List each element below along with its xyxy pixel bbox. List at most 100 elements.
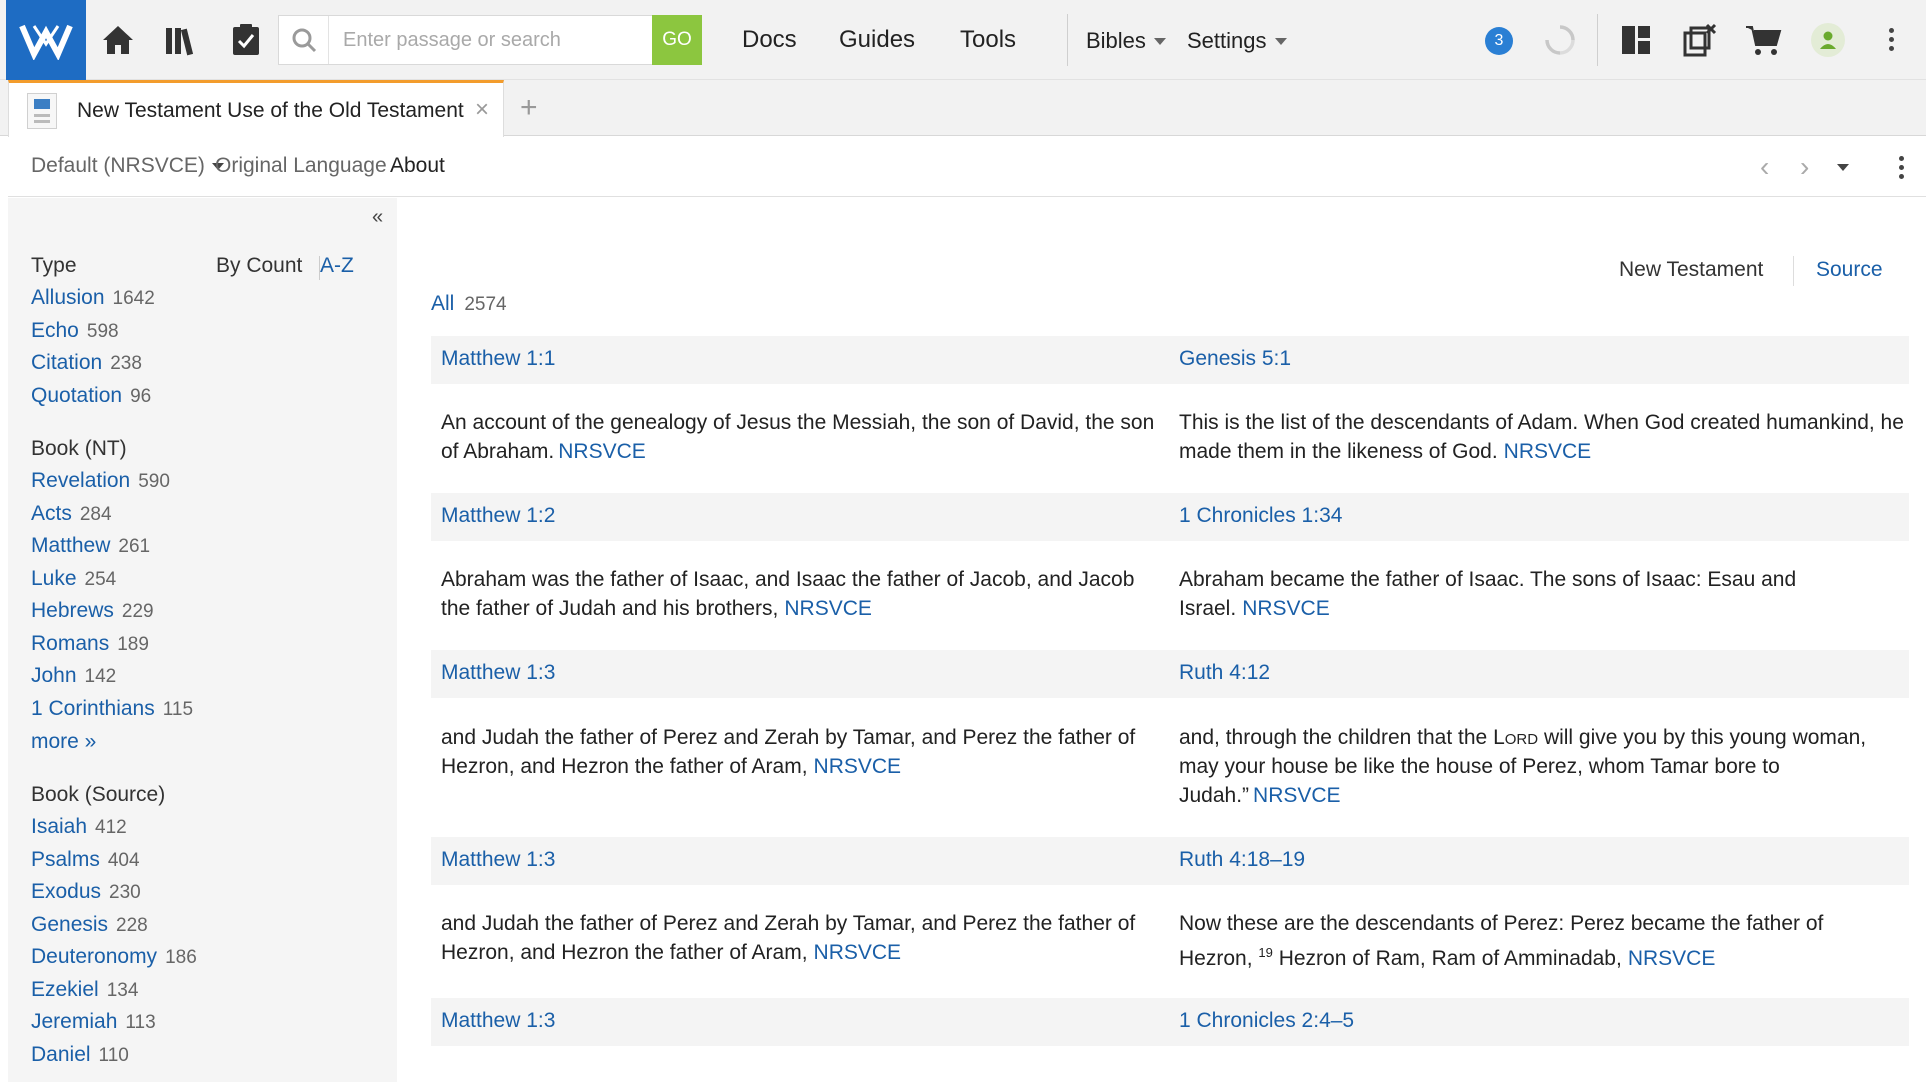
ot-verse-text: Abraham became the father of Isaac. The …	[1179, 565, 1889, 623]
sort-by-count[interactable]: By Count	[216, 254, 302, 278]
facet-source-isaiah[interactable]: Isaiah 412	[31, 815, 127, 839]
tasks-checklist-icon[interactable]	[226, 20, 266, 60]
facet-type-allusion[interactable]: Allusion 1642	[31, 286, 155, 310]
guides-menu[interactable]: Guides	[839, 26, 915, 54]
facet-source-ezekiel[interactable]: Ezekiel 134	[31, 978, 138, 1002]
toolbar-divider	[1067, 14, 1068, 66]
facet-source-daniel[interactable]: Daniel 110	[31, 1043, 129, 1067]
facet-type-quotation[interactable]: Quotation 96	[31, 384, 151, 408]
history-dropdown-icon[interactable]	[1837, 164, 1849, 171]
tab-title: New Testament Use of the Old Testament	[77, 99, 464, 122]
close-tab-icon[interactable]: ×	[475, 96, 489, 124]
search-input[interactable]	[329, 16, 701, 64]
version-link[interactable]: NRSVCE	[1242, 597, 1330, 620]
version-link[interactable]: NRSVCE	[814, 755, 902, 778]
facet-book-luke[interactable]: Luke 254	[31, 567, 116, 591]
version-link[interactable]: NRSVCE	[1253, 784, 1341, 807]
notification-badge[interactable]: 3	[1485, 27, 1513, 55]
facet-book-1-corinthians[interactable]: 1 Corinthians 115	[31, 697, 193, 721]
facet-count: 404	[107, 850, 140, 871]
facet-source-genesis[interactable]: Genesis 228	[31, 913, 148, 937]
nt-reference-link[interactable]: Matthew 1:1	[441, 347, 555, 371]
user-avatar-icon[interactable]	[1808, 20, 1848, 60]
nt-reference-link[interactable]: Matthew 1:2	[441, 504, 555, 528]
version-dropdown[interactable]: Default (NRSVCE)	[31, 154, 224, 178]
ot-verse-text: This is the list of the descendants of A…	[1179, 408, 1909, 466]
collapse-sidebar-icon[interactable]: «	[372, 206, 383, 229]
reference-row: Matthew 1:3 Ruth 4:12	[431, 650, 1909, 698]
facet-count: 229	[121, 601, 154, 622]
nt-reference-link[interactable]: Matthew 1:3	[441, 848, 555, 872]
more-books-link[interactable]: more »	[31, 730, 96, 754]
about-link[interactable]: About	[390, 154, 445, 178]
tab-nt-use-of-ot[interactable]: New Testament Use of the Old Testament ×	[8, 80, 504, 137]
panel-menu-icon[interactable]	[1899, 156, 1905, 183]
more-label: more »	[31, 730, 97, 753]
forward-arrow-icon[interactable]: ›	[1800, 151, 1809, 183]
facet-label: Psalms	[31, 848, 100, 871]
sync-icon[interactable]	[1540, 20, 1580, 60]
facet-count: 110	[98, 1045, 129, 1066]
facet-book-hebrews[interactable]: Hebrews 229	[31, 599, 154, 623]
facet-count: 134	[106, 980, 139, 1001]
close-panels-icon[interactable]	[1680, 20, 1720, 60]
version-link[interactable]: NRSVCE	[1628, 947, 1716, 970]
layouts-icon[interactable]	[1616, 20, 1656, 60]
facet-source-psalms[interactable]: Psalms 404	[31, 848, 140, 872]
bibles-dropdown[interactable]: Bibles	[1086, 28, 1166, 54]
logos-logo-icon[interactable]	[6, 0, 86, 80]
search-icon	[279, 16, 329, 64]
settings-dropdown[interactable]: Settings	[1187, 28, 1287, 54]
facet-book-revelation[interactable]: Revelation 590	[31, 469, 170, 493]
facet-book-romans[interactable]: Romans 189	[31, 632, 149, 656]
version-link[interactable]: NRSVCE	[1504, 440, 1592, 463]
chevron-down-icon	[1274, 37, 1287, 45]
ot-reference-link[interactable]: 1 Chronicles 2:4–5	[1179, 1009, 1354, 1033]
ot-reference-link[interactable]: Ruth 4:12	[1179, 661, 1270, 685]
book-nt-heading: Book (NT)	[31, 437, 127, 460]
version-link[interactable]: NRSVCE	[784, 597, 872, 620]
tools-menu[interactable]: Tools	[960, 26, 1016, 54]
top-toolbar: GO Docs Guides Tools Bibles Settings 3	[0, 0, 1926, 80]
ot-reference-link[interactable]: 1 Chronicles 1:34	[1179, 504, 1342, 528]
sort-a-z[interactable]: A-Z	[320, 254, 354, 278]
all-results-filter[interactable]: All 2574	[431, 292, 507, 316]
facet-book-matthew[interactable]: Matthew 261	[31, 534, 150, 558]
new-testament-toggle[interactable]: New Testament	[1619, 258, 1763, 282]
facet-count: 189	[117, 634, 149, 655]
home-icon[interactable]	[98, 20, 138, 60]
reference-row: Matthew 1:3 Ruth 4:18–19	[431, 837, 1909, 885]
version-link[interactable]: NRSVCE	[814, 941, 902, 964]
cart-icon[interactable]	[1743, 20, 1783, 60]
tab-bar: New Testament Use of the Old Testament ×…	[0, 80, 1926, 137]
docs-menu[interactable]: Docs	[742, 26, 797, 54]
facet-label: Jeremiah	[31, 1010, 118, 1033]
nt-reference-link[interactable]: Matthew 1:3	[441, 661, 555, 685]
more-options-icon[interactable]	[1889, 28, 1895, 55]
facet-type-citation[interactable]: Citation 238	[31, 351, 142, 375]
facet-source-jeremiah[interactable]: Jeremiah 113	[31, 1010, 156, 1034]
go-button[interactable]: GO	[652, 15, 702, 65]
library-icon[interactable]	[162, 20, 202, 60]
facet-label: Genesis	[31, 913, 109, 936]
nt-reference-link[interactable]: Matthew 1:3	[441, 1009, 555, 1033]
facet-source-exodus[interactable]: Exodus 230	[31, 880, 141, 904]
back-arrow-icon[interactable]: ‹	[1760, 151, 1769, 183]
nt-verse-text: and Judah the father of Perez and Zerah …	[441, 909, 1165, 967]
version-link[interactable]: NRSVCE	[558, 440, 646, 463]
facet-label: Citation	[31, 351, 103, 374]
facet-count: 590	[138, 471, 170, 492]
ot-reference-link[interactable]: Genesis 5:1	[1179, 347, 1291, 371]
facet-book-john[interactable]: John 142	[31, 664, 116, 688]
all-count: 2574	[464, 294, 507, 315]
source-toggle[interactable]: Source	[1816, 258, 1883, 282]
original-language-toggle[interactable]: Original Language	[215, 154, 387, 178]
add-tab-icon[interactable]: +	[520, 93, 538, 123]
ot-reference-link[interactable]: Ruth 4:18–19	[1179, 848, 1305, 872]
results-panel: New Testament Source All 2574 Matthew 1:1…	[397, 198, 1926, 1082]
facet-type-echo[interactable]: Echo 598	[31, 319, 119, 343]
facet-book-acts[interactable]: Acts 284	[31, 502, 112, 526]
reference-row: Matthew 1:1 Genesis 5:1	[431, 336, 1909, 384]
facet-count: 230	[109, 882, 141, 903]
facet-source-deuteronomy[interactable]: Deuteronomy 186	[31, 945, 197, 969]
